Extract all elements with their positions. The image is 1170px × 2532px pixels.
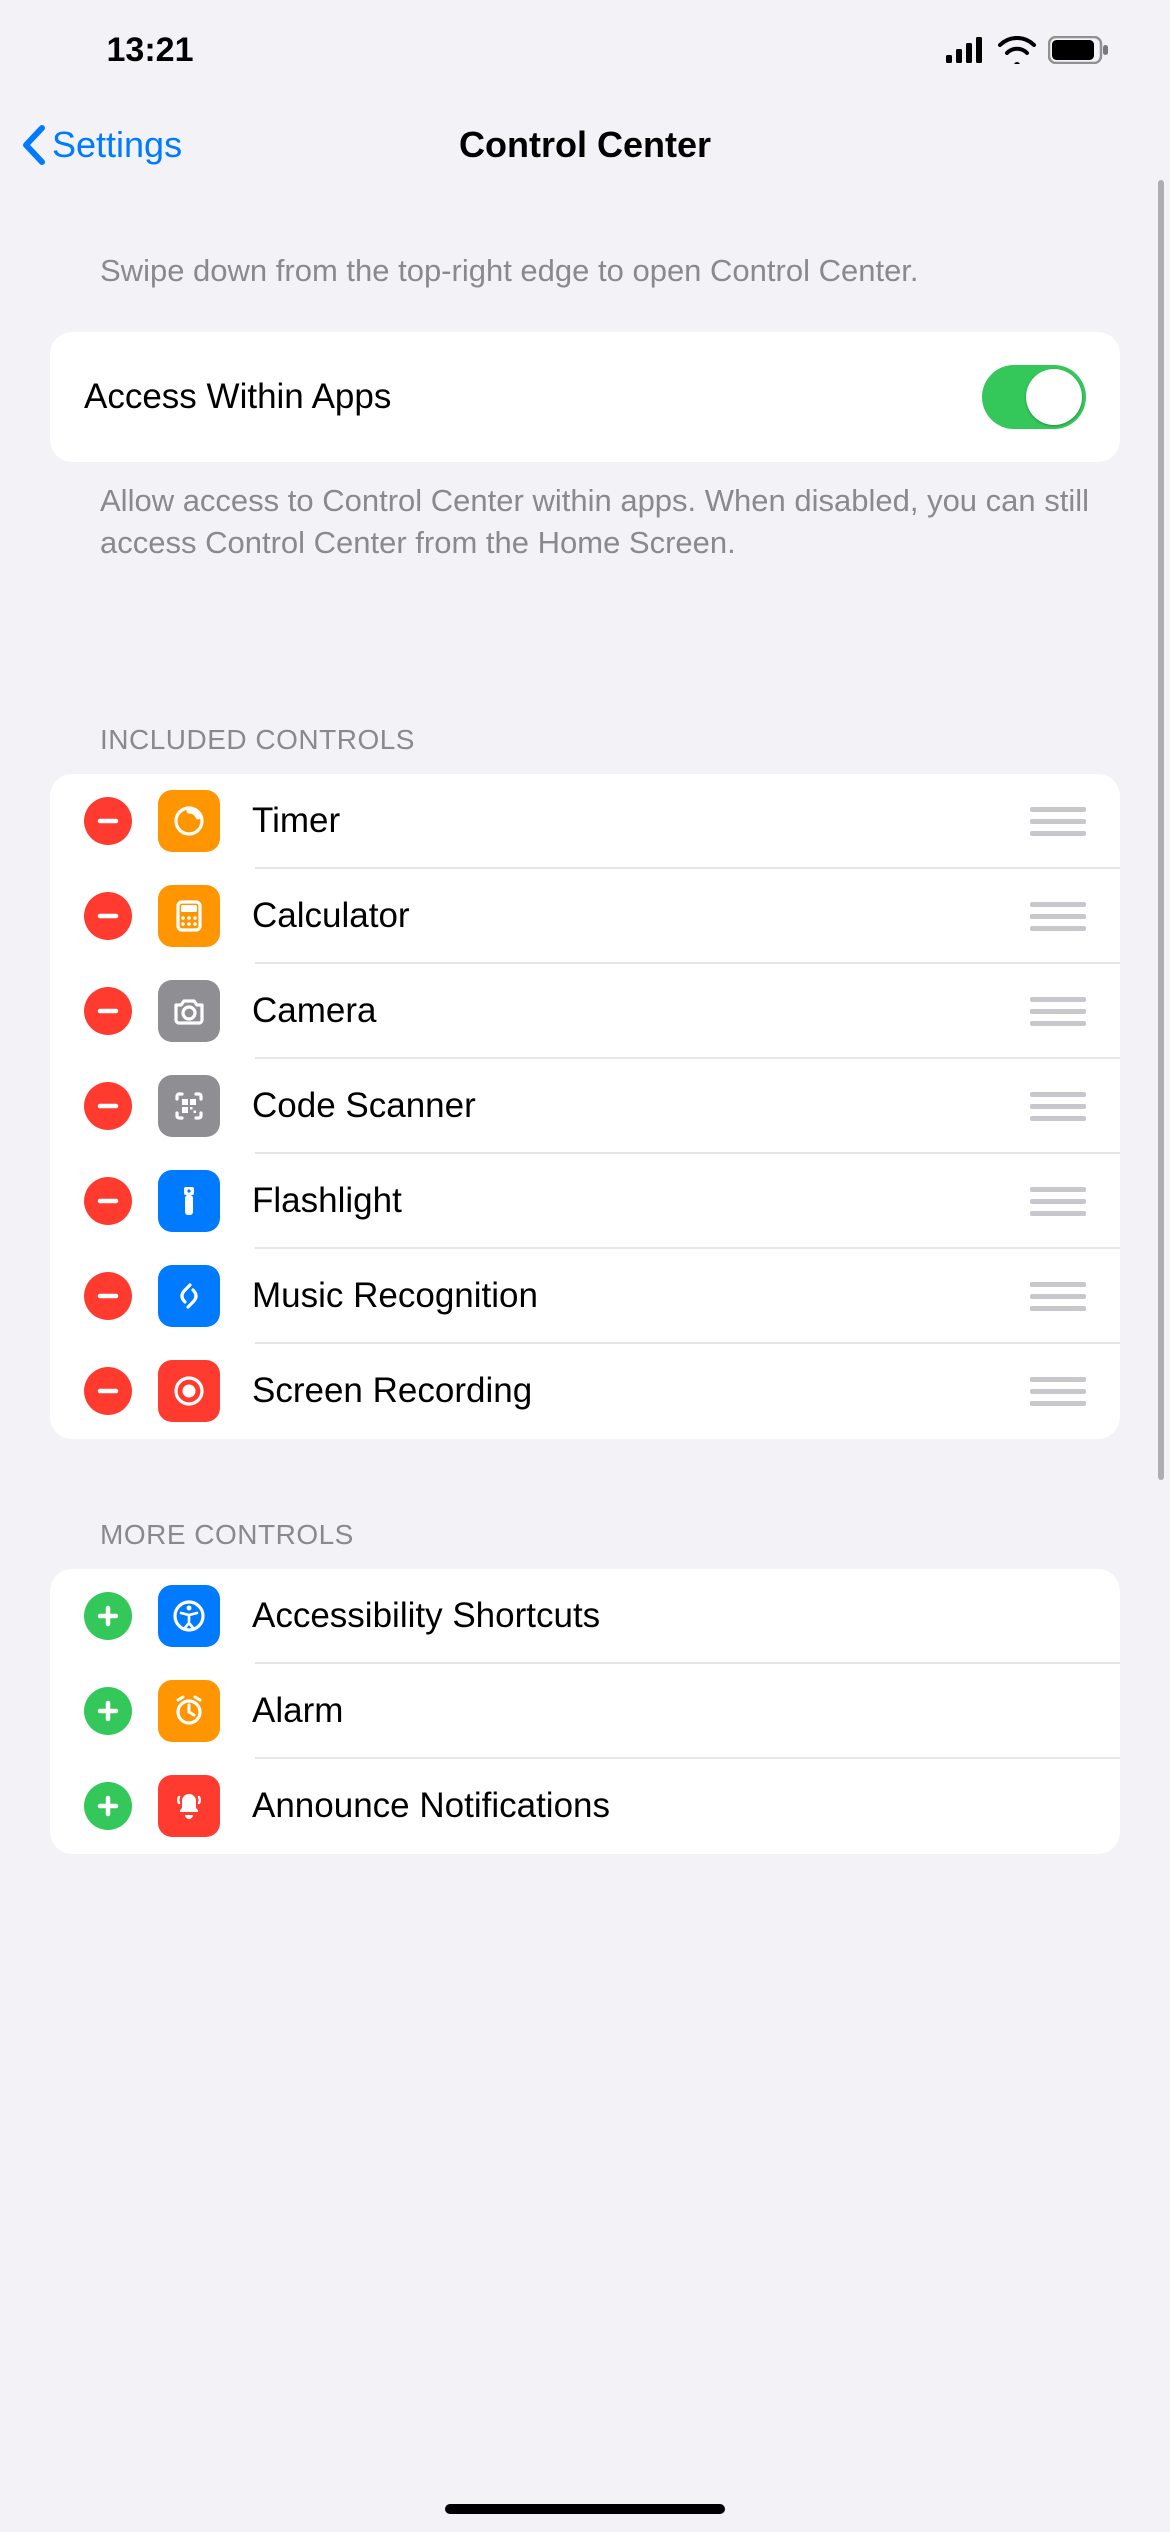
status-bar: 13:21 (0, 0, 1170, 100)
access-group: Access Within Apps (50, 332, 1120, 462)
remove-button[interactable] (84, 1082, 132, 1130)
add-button[interactable] (84, 1687, 132, 1735)
drag-handle[interactable] (1030, 1377, 1086, 1406)
drag-handle[interactable] (1030, 902, 1086, 931)
row-label: Music Recognition (252, 1276, 1030, 1316)
more-controls-group: Accessibility Shortcuts Alarm Announce Not… (50, 1569, 1120, 1854)
battery-icon (1048, 36, 1110, 64)
chevron-left-icon (20, 124, 48, 166)
included-row-camera: Camera (50, 964, 1120, 1059)
back-label: Settings (52, 124, 182, 166)
access-label: Access Within Apps (84, 377, 982, 417)
included-row-calc: Calculator (50, 869, 1120, 964)
page-title: Control Center (459, 124, 711, 166)
drag-handle[interactable] (1030, 997, 1086, 1026)
camera-icon (158, 980, 220, 1042)
drag-handle[interactable] (1030, 1187, 1086, 1216)
announce-icon (158, 1775, 220, 1837)
included-header: INCLUDED CONTROLS (0, 724, 1170, 774)
row-label: Timer (252, 801, 1030, 841)
add-button[interactable] (84, 1592, 132, 1640)
more-row-announce: Announce Notifications (50, 1759, 1120, 1854)
remove-button[interactable] (84, 987, 132, 1035)
calc-icon (158, 885, 220, 947)
remove-button[interactable] (84, 797, 132, 845)
access-toggle[interactable] (982, 365, 1086, 429)
toggle-knob (1026, 369, 1082, 425)
included-row-qr: Code Scanner (50, 1059, 1120, 1154)
included-controls-group: Timer Calculator Camera Code Scanner Flashl… (50, 774, 1120, 1439)
alarm-icon (158, 1680, 220, 1742)
row-label: Code Scanner (252, 1086, 1030, 1126)
shazam-icon (158, 1265, 220, 1327)
status-indicators (946, 36, 1110, 64)
nav-bar: Settings Control Center (0, 100, 1170, 190)
included-row-flash: Flashlight (50, 1154, 1120, 1249)
drag-handle[interactable] (1030, 807, 1086, 836)
access-within-apps-cell: Access Within Apps (50, 332, 1120, 462)
row-label: Camera (252, 991, 1030, 1031)
remove-button[interactable] (84, 1367, 132, 1415)
more-header: MORE CONTROLS (0, 1519, 1170, 1569)
remove-button[interactable] (84, 1177, 132, 1225)
flash-icon (158, 1170, 220, 1232)
qr-icon (158, 1075, 220, 1137)
remove-button[interactable] (84, 1272, 132, 1320)
included-row-timer: Timer (50, 774, 1120, 869)
row-label: Accessibility Shortcuts (252, 1596, 1120, 1636)
row-label: Screen Recording (252, 1371, 1030, 1411)
access-note: Allow access to Control Center within ap… (0, 462, 1170, 564)
more-row-accessibility: Accessibility Shortcuts (50, 1569, 1120, 1664)
back-button[interactable]: Settings (20, 124, 182, 166)
cellular-icon (946, 37, 986, 63)
row-label: Alarm (252, 1691, 1120, 1731)
status-time: 13:21 (0, 31, 300, 70)
drag-handle[interactable] (1030, 1282, 1086, 1311)
timer-icon (158, 790, 220, 852)
more-row-alarm: Alarm (50, 1664, 1120, 1759)
remove-button[interactable] (84, 892, 132, 940)
accessibility-icon (158, 1585, 220, 1647)
drag-handle[interactable] (1030, 1092, 1086, 1121)
home-indicator (445, 2504, 725, 2514)
included-row-shazam: Music Recognition (50, 1249, 1120, 1344)
intro-text: Swipe down from the top-right edge to op… (0, 190, 1170, 332)
scroll-indicator (1158, 180, 1164, 1480)
wifi-icon (998, 36, 1036, 64)
row-label: Calculator (252, 896, 1030, 936)
row-label: Flashlight (252, 1181, 1030, 1221)
row-label: Announce Notifications (252, 1786, 1120, 1826)
record-icon (158, 1360, 220, 1422)
included-row-record: Screen Recording (50, 1344, 1120, 1439)
add-button[interactable] (84, 1782, 132, 1830)
